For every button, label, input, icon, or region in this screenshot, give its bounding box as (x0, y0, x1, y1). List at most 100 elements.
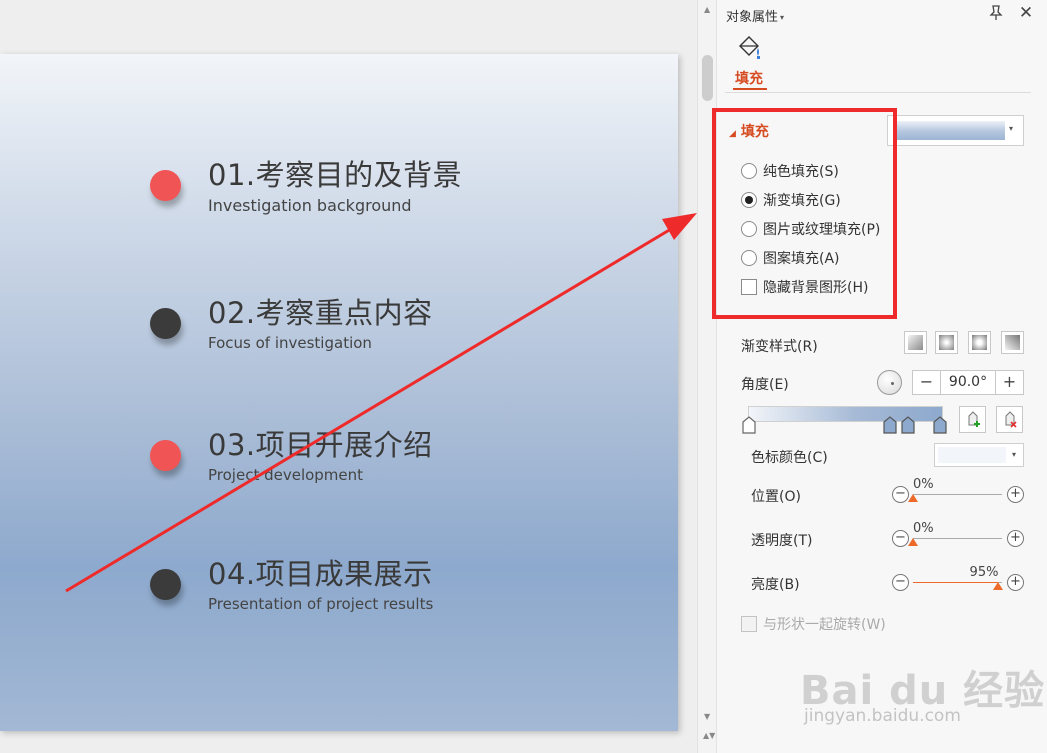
radio-label: 纯色填充(S) (763, 164, 839, 180)
fill-color-dropdown[interactable]: ▾ (887, 115, 1024, 146)
agenda-title[interactable]: 04.项目成果展示 (208, 551, 433, 593)
agenda-title[interactable]: 01.考察目的及背景 (208, 152, 462, 194)
brightness-slider[interactable]: − 95% + (892, 565, 1024, 594)
gradient-stop-handle[interactable] (883, 416, 897, 434)
agenda-subtitle[interactable]: Presentation of project results (208, 595, 433, 613)
gradient-style-linear-button[interactable] (904, 331, 927, 354)
radio-label: 图片或纹理填充(P) (763, 222, 881, 238)
pin-icon[interactable] (987, 4, 1005, 22)
transparency-decrease-button[interactable]: − (892, 530, 909, 547)
color-swatch (893, 121, 1005, 140)
add-stop-icon (968, 411, 980, 427)
radio-label: 图案填充(A) (763, 251, 840, 267)
close-icon[interactable]: ✕ (1017, 4, 1035, 22)
slider-thumb[interactable] (908, 494, 918, 502)
chevron-down-icon: ▾ (780, 13, 785, 22)
checkbox-hide-background[interactable]: 隐藏背景图形(H) (741, 277, 868, 297)
delete-gradient-stop-button[interactable] (996, 406, 1023, 433)
checkbox-label: 与形状一起旋转(W) (763, 617, 886, 633)
agenda-title[interactable]: 03.项目开展介绍 (208, 422, 433, 464)
gradient-stop-handle[interactable] (933, 416, 947, 434)
transparency-slider[interactable]: − 0% + (892, 521, 1024, 550)
gradient-rectangular-icon (972, 335, 987, 350)
agenda-subtitle[interactable]: Project development (208, 466, 363, 484)
slider-fill (913, 582, 998, 583)
color-swatch (938, 447, 1006, 463)
position-decrease-button[interactable]: − (892, 486, 909, 503)
angle-dial[interactable] (877, 370, 902, 395)
stop-color-dropdown[interactable]: ▾ (934, 443, 1024, 467)
checkbox-label: 隐藏背景图形(H) (763, 280, 869, 296)
angle-increase-button[interactable]: + (995, 371, 1023, 394)
agenda-subtitle[interactable]: Investigation background (208, 196, 412, 215)
vertical-scrollbar[interactable]: ▲ ▼ ▲▼ (697, 0, 717, 753)
panel-title-text: 对象属性 (726, 10, 779, 25)
radio-button-checked[interactable] (741, 192, 757, 208)
transparency-value: 0% (913, 521, 934, 536)
agenda-dot-red[interactable] (150, 170, 181, 201)
position-increase-button[interactable]: + (1007, 486, 1024, 503)
scroll-expand-icon[interactable]: ▲▼ (703, 732, 715, 740)
paint-bucket-icon[interactable] (736, 34, 764, 60)
gradient-style-rectangular-button[interactable] (968, 331, 991, 354)
checkbox[interactable] (741, 279, 757, 295)
scroll-up-arrow-icon[interactable]: ▲ (704, 5, 710, 14)
position-label: 位置(O) (751, 489, 801, 505)
gradient-style-label: 渐变样式(R) (741, 339, 818, 355)
radio-button[interactable] (741, 221, 757, 237)
gradient-stop-handle[interactable] (901, 416, 915, 434)
radio-button[interactable] (741, 250, 757, 266)
transparency-increase-button[interactable]: + (1007, 530, 1024, 547)
tab-fill[interactable]: 填充 (735, 68, 763, 88)
tab-active-indicator (733, 88, 767, 90)
radio-button[interactable] (741, 163, 757, 179)
position-value: 0% (913, 477, 934, 492)
slide-canvas: 01.考察目的及背景 Investigation background 02.考… (0, 0, 697, 753)
brightness-increase-button[interactable]: + (1007, 574, 1024, 591)
radio-solid-fill[interactable]: 纯色填充(S) (741, 161, 839, 181)
slider-track[interactable] (913, 538, 1002, 539)
brightness-decrease-button[interactable]: − (892, 574, 909, 591)
panel-title[interactable]: 对象属性 ▾ (726, 6, 784, 25)
agenda-title[interactable]: 02.考察重点内容 (208, 290, 433, 332)
angle-value-input[interactable]: 90.0° (941, 371, 995, 394)
agenda-subtitle[interactable]: Focus of investigation (208, 334, 372, 352)
angle-stepper[interactable]: − 90.0° + (912, 370, 1024, 395)
brightness-label: 亮度(B) (751, 577, 800, 593)
chevron-down-icon: ▾ (1012, 450, 1017, 459)
agenda-dot-red[interactable] (150, 440, 181, 471)
scroll-down-arrow-icon[interactable]: ▼ (704, 712, 710, 721)
gradient-style-radial-button[interactable] (935, 331, 958, 354)
scroll-thumb[interactable] (702, 55, 713, 101)
gradient-stop-handle[interactable] (742, 416, 756, 434)
stop-color-label: 色标颜色(C) (751, 450, 828, 466)
slider-thumb[interactable] (992, 582, 1003, 590)
brightness-value: 95% (969, 565, 999, 580)
gradient-style-path-button[interactable] (1001, 331, 1024, 354)
checkbox-rotate-with-shape[interactable]: 与形状一起旋转(W) (741, 614, 886, 634)
agenda-dot-dark[interactable] (150, 308, 181, 339)
object-properties-panel: 对象属性 ▾ ✕ 填充 ◢ 填充 ▾ 纯色填充(S) 渐变填充(G) 图片或纹理填充… (712, 0, 1047, 753)
add-gradient-stop-button[interactable] (959, 406, 986, 433)
chevron-down-icon: ▾ (1009, 124, 1014, 133)
transparency-label: 透明度(T) (751, 533, 813, 549)
radio-label: 渐变填充(G) (763, 193, 841, 209)
collapse-triangle-icon: ◢ (729, 129, 736, 139)
slide[interactable]: 01.考察目的及背景 Investigation background 02.考… (0, 54, 678, 731)
gradient-path-icon (1005, 335, 1020, 350)
checkbox-disabled[interactable] (741, 616, 757, 632)
slider-track[interactable] (913, 494, 1002, 495)
angle-label: 角度(E) (741, 377, 789, 393)
gradient-linear-icon (908, 335, 923, 350)
angle-decrease-button[interactable]: − (913, 371, 941, 394)
radio-picture-texture-fill[interactable]: 图片或纹理填充(P) (741, 219, 880, 239)
fill-section-title: 填充 (740, 124, 769, 140)
radio-gradient-fill[interactable]: 渐变填充(G) (741, 190, 841, 210)
divider (725, 92, 1031, 93)
position-slider[interactable]: − 0% + (892, 477, 1024, 506)
delete-stop-icon (1005, 411, 1017, 428)
agenda-dot-dark[interactable] (150, 569, 181, 600)
fill-section-header[interactable]: ◢ 填充 (729, 121, 769, 141)
slider-thumb[interactable] (908, 538, 918, 546)
radio-pattern-fill[interactable]: 图案填充(A) (741, 248, 840, 268)
